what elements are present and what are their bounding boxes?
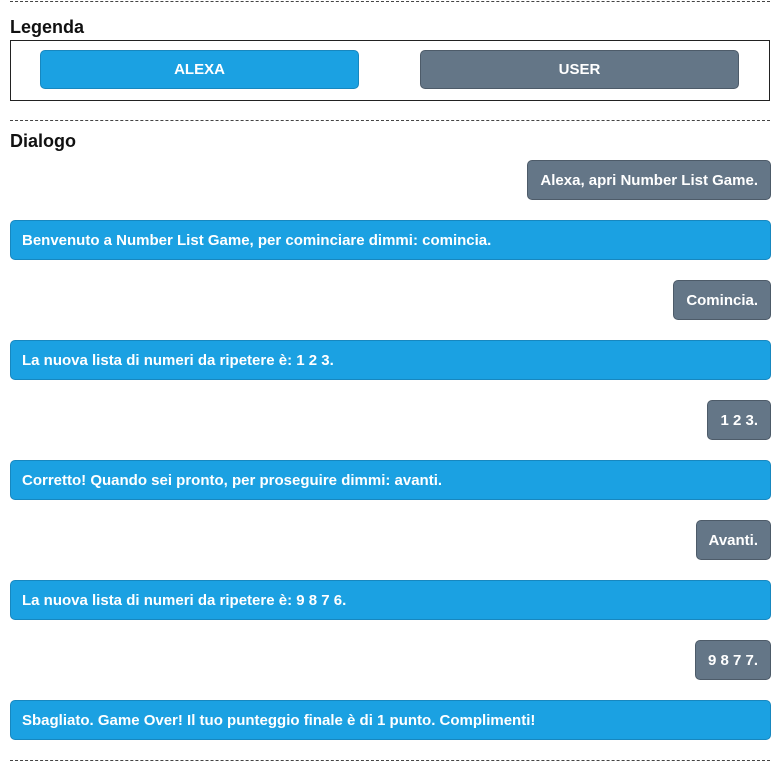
alexa-message-bubble: Benvenuto a Number List Game, per cominc… [10,220,771,260]
alexa-message-bubble: Sbagliato. Game Over! Il tuo punteggio f… [10,700,771,740]
message-row: Corretto! Quando sei pronto, per prosegu… [10,460,771,500]
dialog-list: Alexa, apri Number List Game. Benvenuto … [10,160,771,760]
message-row: 1 2 3. [10,400,771,440]
message-row: 9 8 7 7. [10,640,771,680]
message-row: La nuova lista di numeri da ripetere è: … [10,580,771,620]
legend-alexa-chip: ALEXA [40,50,359,89]
top-divider [10,1,770,2]
user-message-bubble: Avanti. [695,520,771,560]
user-message-bubble: Alexa, apri Number List Game. [527,160,771,200]
message-row: Alexa, apri Number List Game. [10,160,771,200]
alexa-message-bubble: La nuova lista di numeri da ripetere è: … [10,580,771,620]
legend-box: ALEXA USER [10,40,770,101]
message-row: La nuova lista di numeri da ripetere è: … [10,340,771,380]
bottom-divider [10,760,770,761]
user-message-bubble: Comincia. [673,280,771,320]
dialog-title: Dialogo [10,131,76,151]
alexa-message-bubble: Corretto! Quando sei pronto, per prosegu… [10,460,771,500]
legend-user-chip: USER [420,50,739,89]
legend-title: Legenda [10,17,85,37]
message-row: Comincia. [10,280,771,320]
message-row: Sbagliato. Game Over! Il tuo punteggio f… [10,700,771,740]
user-message-bubble: 9 8 7 7. [694,640,771,680]
alexa-message-bubble: La nuova lista di numeri da ripetere è: … [10,340,771,380]
user-message-bubble: 1 2 3. [707,400,771,440]
message-row: Avanti. [10,520,771,560]
middle-divider [10,120,770,121]
message-row: Benvenuto a Number List Game, per cominc… [10,220,771,260]
